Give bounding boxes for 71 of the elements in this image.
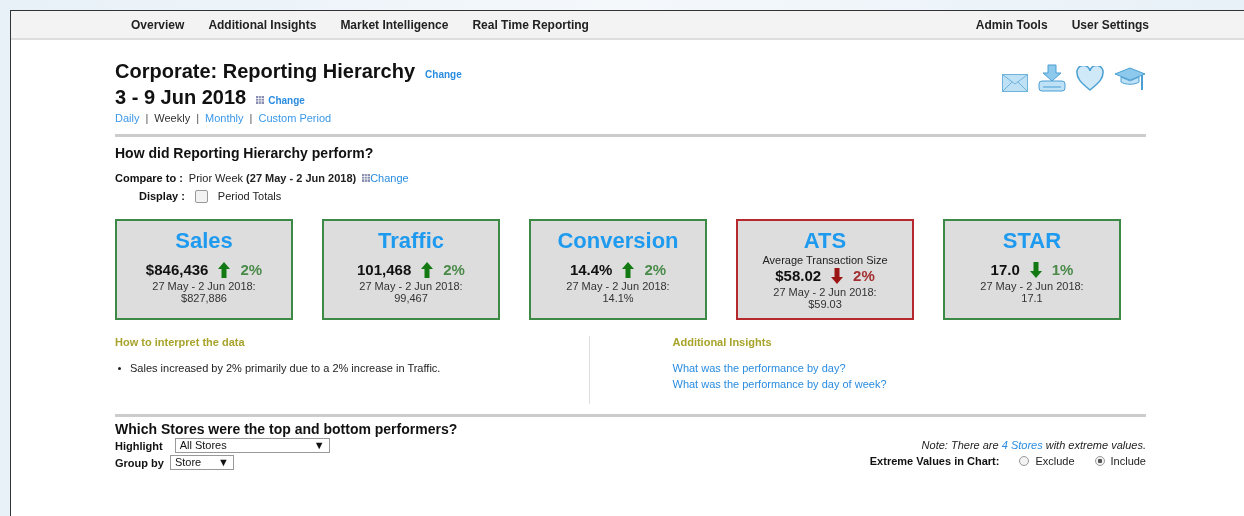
download-icon[interactable] (1038, 64, 1066, 92)
nav-item[interactable]: Admin Tools (975, 17, 1048, 32)
prior-period-value: 14.1% (601, 292, 635, 304)
heart-icon[interactable] (1076, 66, 1104, 92)
separator: | (249, 112, 253, 124)
metric-title: ATS (802, 228, 848, 254)
prior-period-value: 99,467 (393, 292, 429, 304)
prior-period-label: 27 May - 2 Jun 2018: (979, 280, 1085, 292)
metric-subtitle: Average Transaction Size (761, 254, 889, 266)
period-tab[interactable]: Weekly (154, 112, 191, 124)
metric-title: Traffic (377, 228, 445, 254)
bullet-icon (118, 366, 121, 370)
metric-value: $58.02 (775, 266, 822, 286)
separator: | (145, 112, 149, 124)
change-link[interactable]: Change (425, 69, 462, 80)
metric-change: 2% (853, 266, 875, 286)
nav-item[interactable]: Real Time Reporting (472, 17, 589, 32)
group-by-label: Group by (115, 456, 164, 469)
note-text: Note: There are 4 Stores with extreme values. (921, 439, 1146, 451)
metric-change: 2% (443, 260, 465, 280)
metric-value: $846,436 (145, 260, 209, 280)
nav-item[interactable]: Overview (131, 17, 185, 32)
nav-item[interactable]: Market Intelligence (340, 17, 449, 32)
highlight-label: Highlight (115, 439, 163, 452)
checkbox-label: Period Totals (217, 190, 282, 202)
section-subheading: How to interpret the data (115, 336, 246, 348)
section-heading: How did Reporting Hierarchy perform? (115, 145, 375, 161)
separator: | (196, 112, 200, 124)
insight-link[interactable]: What was the performance by day of week? (672, 378, 887, 390)
prior-period-label: 27 May - 2 Jun 2018: (358, 280, 464, 292)
prior-period-value: 17.1 (1020, 292, 1044, 304)
metric-change: 2% (644, 260, 667, 280)
group-by-dropdown[interactable]: Store ▼ (169, 455, 234, 470)
metric-value: 101,468 (357, 260, 412, 280)
metric-change: 2% (240, 260, 263, 280)
compare-value: Prior Week (27 May - 2 Jun 2018) (188, 172, 357, 184)
compare-label: Compare to : (115, 172, 183, 184)
display-label: Display : (139, 190, 185, 202)
radio-button[interactable] (1094, 456, 1105, 466)
calendar-icon[interactable] (256, 96, 265, 104)
section-subheading: Additional Insights (672, 336, 773, 348)
graduation-cap-icon[interactable] (1114, 66, 1146, 92)
radio-label: Include (1110, 455, 1146, 467)
insight-text: Sales increased by 2% primarily due to a 2% increase in Traffic. (130, 362, 441, 374)
calendar-icon[interactable] (362, 174, 371, 182)
metric-title: Conversion (556, 228, 680, 254)
stores-link[interactable]: 4 Stores (1001, 439, 1043, 451)
metric-value: 14.4% (569, 260, 613, 280)
insight-link[interactable]: What was the performance by day? (672, 362, 846, 374)
change-link[interactable]: Change (370, 172, 409, 184)
page-title: Corporate: Reporting Hierarchy (115, 60, 416, 83)
prior-period-label: 27 May - 2 Jun 2018: (151, 280, 257, 292)
radio-button[interactable] (1019, 456, 1030, 466)
prior-period-value: $827,886 (180, 292, 228, 304)
metric-value: 17.0 (990, 260, 1020, 280)
period-title: 3 - 9 Jun 2018 (115, 86, 247, 109)
change-link[interactable]: Change (268, 95, 305, 106)
prior-period-label: 27 May - 2 Jun 2018: (772, 286, 878, 298)
nav-item[interactable]: Additional Insights (208, 17, 317, 32)
radio-label: Exclude (1035, 455, 1075, 467)
mail-icon[interactable] (1002, 74, 1028, 92)
section-heading: Which Stores were the top and bottom performers? (115, 421, 458, 437)
nav-item[interactable]: User Settings (1071, 17, 1149, 32)
checkbox[interactable] (194, 189, 208, 203)
metric-change: 1% (1051, 260, 1074, 280)
extreme-values-label: Extreme Values in Chart: (869, 455, 1000, 467)
metric-title: Sales (174, 228, 234, 254)
prior-period-value: $59.03 (807, 298, 843, 310)
highlight-dropdown[interactable]: All Stores ▼ (174, 438, 330, 453)
metric-title: STAR (1001, 228, 1063, 254)
prior-period-label: 27 May - 2 Jun 2018: (565, 280, 671, 292)
